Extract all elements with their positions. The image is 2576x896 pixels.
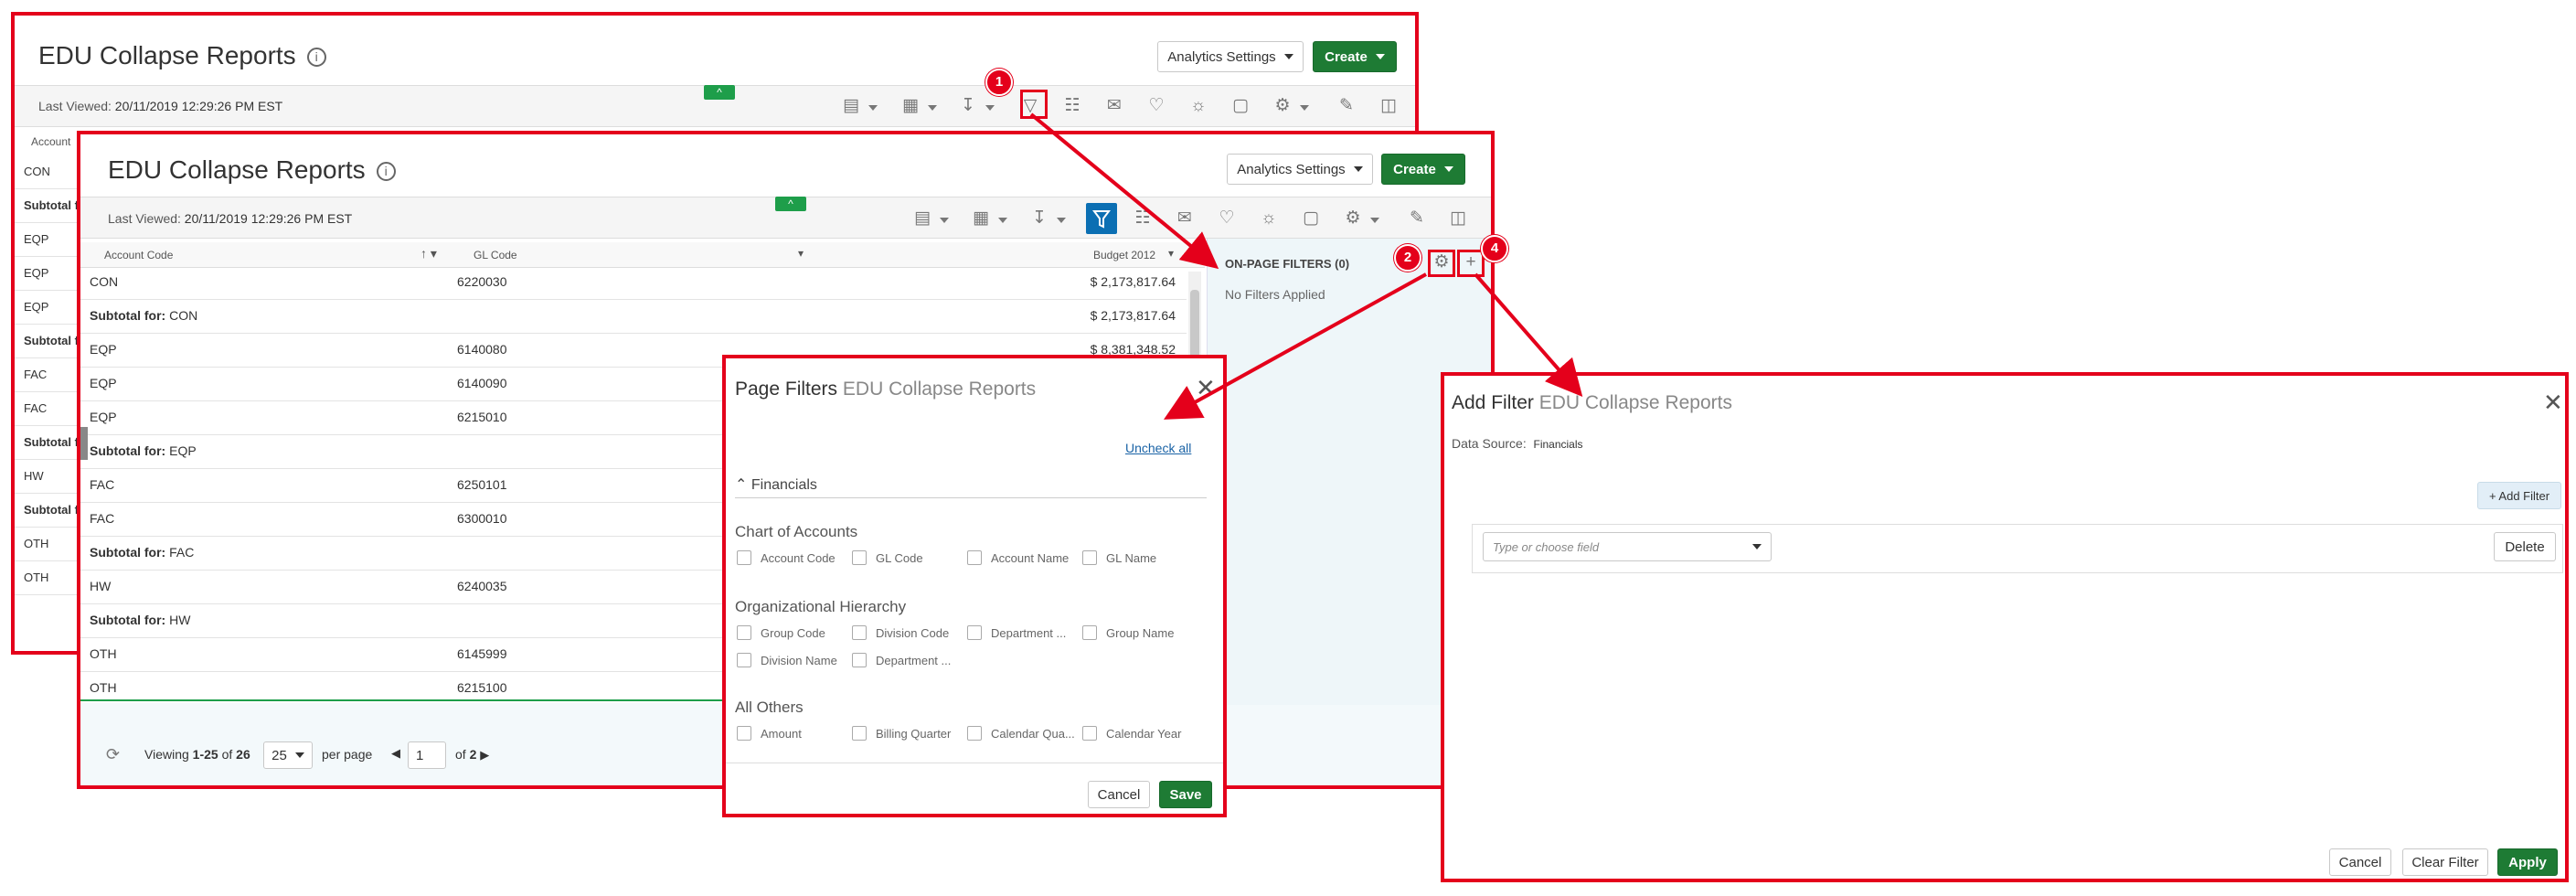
arrow-to-add-filter bbox=[1474, 272, 1583, 398]
arrow-to-onpage-filters bbox=[1029, 112, 1219, 270]
step-badge-4: 4 bbox=[1481, 235, 1508, 262]
step-badge-1: 1 bbox=[985, 69, 1013, 96]
arrow-to-page-filters bbox=[1164, 272, 1427, 420]
annotation-arrows bbox=[1029, 112, 1583, 420]
step-badge-2: 2 bbox=[1394, 244, 1421, 272]
